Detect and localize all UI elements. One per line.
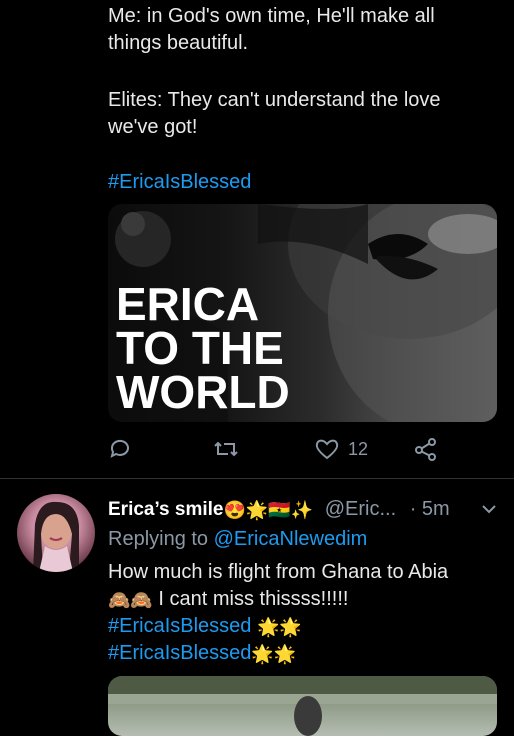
tweet-1-text-line: Me: in God's own time, He'll make all — [108, 5, 435, 27]
hashtag-link[interactable]: #EricaIsBlessed — [108, 169, 251, 196]
tweet-1-actions: 12 — [108, 437, 438, 467]
media-image-art — [108, 676, 497, 736]
tweet-1-text-line: we've got! — [108, 116, 198, 138]
timestamp: · 5m — [409, 498, 450, 520]
tweet-1-text-line: Elites: They can't understand the love — [108, 89, 441, 111]
share-icon — [415, 438, 436, 461]
replying-to: Replying to @EricaNlewedim — [108, 526, 367, 553]
media-text-line: WORLD — [116, 366, 290, 418]
tweet-2-text: I cant miss thissss!!!!! — [158, 588, 349, 610]
tweet-2-media-image[interactable] — [108, 676, 497, 736]
reply-icon — [110, 439, 129, 458]
avatar[interactable] — [17, 494, 95, 572]
retweet-icon — [214, 441, 238, 457]
media-text-line: TO THE — [116, 322, 284, 374]
more-options-button[interactable] — [480, 500, 498, 523]
tweet-2-text-line: How much is flight from Ghana to Abia — [108, 561, 449, 583]
tweet-2-header: Erica’s smile😍🌟🇬🇭✨ @Eric... · 5m — [108, 496, 450, 523]
display-name[interactable]: Erica’s smile — [108, 499, 223, 520]
name-emojis: 😍🌟🇬🇭✨ — [223, 499, 314, 520]
tweet-2-text-line-2: 🙈🙈 I cant miss thissss!!!!! — [108, 586, 348, 613]
hashtag-link[interactable]: #EricaIsBlessed — [108, 642, 251, 664]
heart-icon — [315, 439, 339, 460]
handle[interactable]: @Eric... — [325, 498, 396, 520]
star-emojis: 🌟🌟 — [251, 643, 297, 664]
hashtag-line: #EricaIsBlessed 🌟🌟 — [108, 613, 302, 640]
media-overlay-text: ERICA TO THE WORLD — [116, 278, 290, 418]
share-button[interactable] — [413, 437, 439, 461]
tweet-divider — [0, 478, 514, 479]
replying-handle-link[interactable]: @EricaNlewedim — [214, 528, 368, 550]
like-count: 12 — [348, 438, 369, 459]
tweet-1-paragraph-2: Elites: They can't understand the love w… — [108, 87, 441, 141]
media-text-line: ERICA — [116, 278, 260, 330]
hashtag-line: #EricaIsBlessed🌟🌟 — [108, 640, 296, 667]
hashtag-link[interactable]: #EricaIsBlessed — [108, 615, 251, 637]
retweet-button[interactable] — [213, 437, 239, 461]
chevron-down-icon — [482, 505, 496, 514]
reply-button[interactable] — [108, 437, 132, 461]
tweet-1-paragraph-1: Me: in God's own time, He'll make all th… — [108, 3, 435, 57]
replying-prefix: Replying to — [108, 528, 209, 550]
avatar-image — [33, 501, 79, 572]
star-emojis: 🌟🌟 — [256, 616, 302, 637]
tweet-1-text-line: things beautiful. — [108, 32, 249, 54]
tweet-1-media-image[interactable]: ERICA TO THE WORLD — [108, 204, 497, 422]
monkey-emojis: 🙈🙈 — [108, 589, 153, 610]
like-button[interactable]: 12 — [314, 437, 368, 461]
